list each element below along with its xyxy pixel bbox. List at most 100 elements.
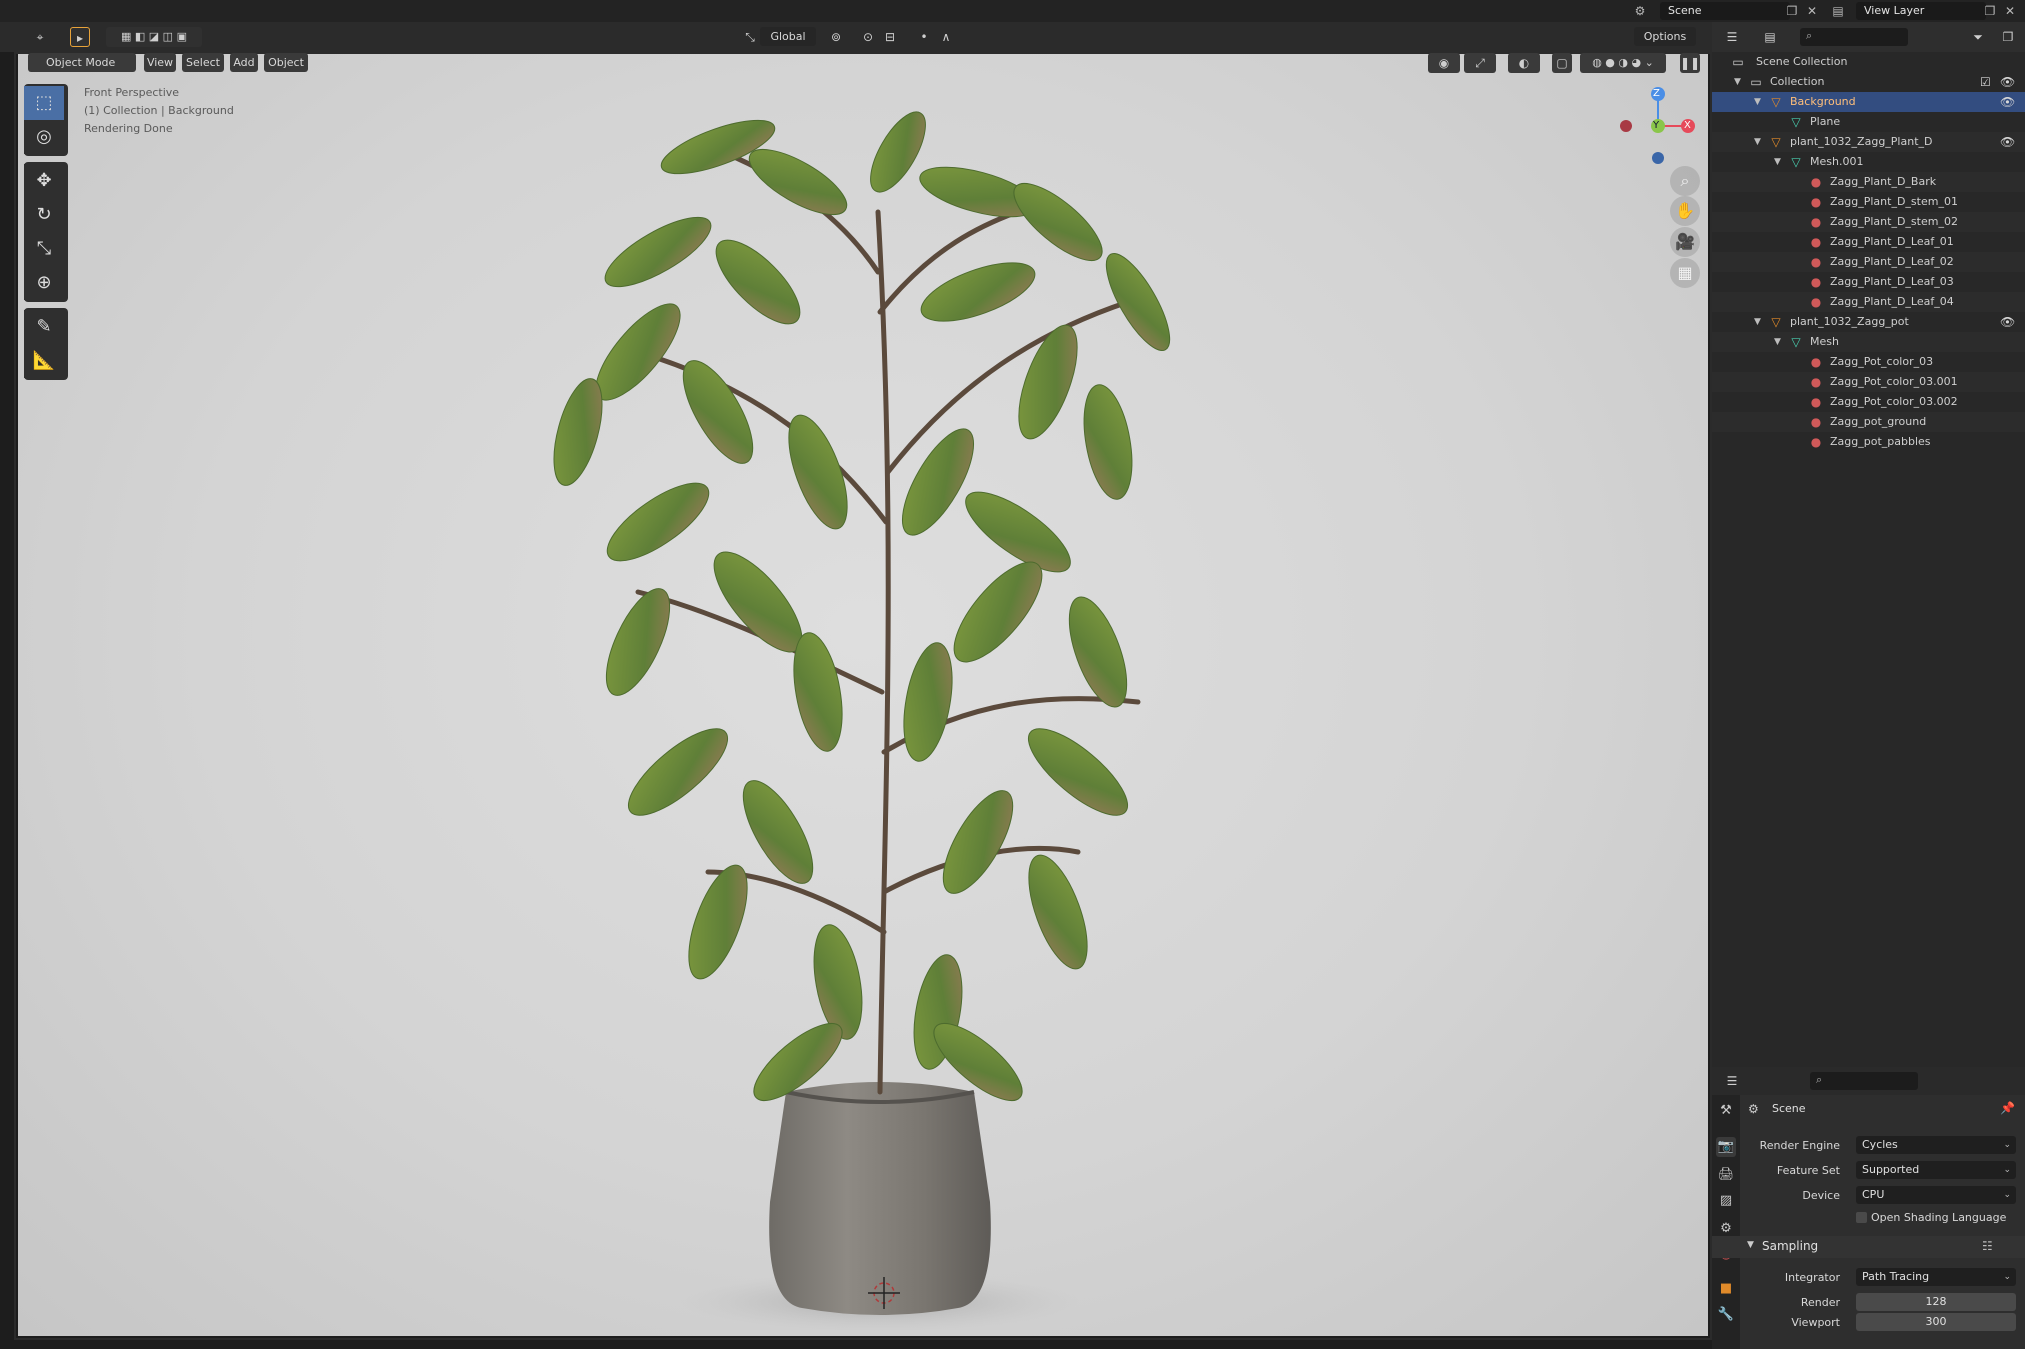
eye-icon[interactable]: 👁 xyxy=(2000,132,2015,152)
pin-icon[interactable]: 📌 xyxy=(2000,1101,2015,1115)
outliner-row-label: Zagg_pot_ground xyxy=(1830,415,1927,428)
select-tool-icon[interactable]: ▸ xyxy=(70,27,90,47)
gizmo-toggle-icon[interactable]: ⤢ xyxy=(1464,53,1496,73)
rotate-tool-icon[interactable]: ↻ xyxy=(24,198,64,232)
outliner-row[interactable]: ● Zagg_Pot_color_03 xyxy=(1712,352,2025,372)
outliner-row[interactable]: ● Zagg_pot_pabbles xyxy=(1712,432,2025,452)
zoom-icon[interactable]: ⌕ xyxy=(1670,166,1700,196)
move-tool-icon[interactable]: ✥ xyxy=(24,164,64,198)
outliner-row[interactable]: ▼ ▽ Mesh.001 xyxy=(1712,152,2025,172)
sampling-panel-header[interactable]: ▼ Sampling ☷ xyxy=(1712,1236,2025,1258)
xray-toggle-icon[interactable]: ▢ xyxy=(1552,53,1572,73)
outliner-row[interactable]: ● Zagg_Plant_D_Bark xyxy=(1712,172,2025,192)
outliner-row[interactable]: ▼ ▽ plant_1032_Zagg_Plant_D 👁 xyxy=(1712,132,2025,152)
outliner-row[interactable]: ● Zagg_pot_ground xyxy=(1712,412,2025,432)
outliner-row[interactable]: ● Zagg_Plant_D_Leaf_03 xyxy=(1712,272,2025,292)
eye-icon[interactable]: 👁 xyxy=(2000,72,2015,92)
camera-view-icon[interactable]: 🎥 xyxy=(1670,227,1700,257)
viewport-samples-field[interactable]: 300 xyxy=(1856,1313,2016,1331)
view-layer-icon[interactable]: ▤ xyxy=(1830,3,1846,19)
outliner-row[interactable]: ● Zagg_Plant_D_stem_02 xyxy=(1712,212,2025,232)
object-mode-dropdown[interactable]: Object Mode xyxy=(28,53,136,72)
outliner-editor-type-icon[interactable]: ☰ xyxy=(1722,27,1742,47)
expand-triangle-icon[interactable]: ▼ xyxy=(1754,132,1761,152)
expand-triangle-icon[interactable]: ▼ xyxy=(1774,332,1781,352)
feature-set-dropdown[interactable]: Supported ⌄ xyxy=(1856,1161,2016,1179)
osl-checkbox[interactable] xyxy=(1856,1212,1867,1223)
ortho-grid-icon[interactable]: ▦ xyxy=(1670,258,1700,288)
integrator-dropdown[interactable]: Path Tracing ⌄ xyxy=(1856,1268,2016,1286)
transform-orientation-dropdown[interactable]: Global xyxy=(760,27,816,46)
render-engine-label: Render Engine xyxy=(1759,1139,1840,1152)
outliner-row[interactable]: ▼ ▽ Mesh xyxy=(1712,332,2025,352)
view-menu[interactable]: View xyxy=(144,53,176,72)
annotate-tool-icon[interactable]: ✎ xyxy=(24,310,64,344)
expand-triangle-icon[interactable]: ▼ xyxy=(1774,152,1781,172)
device-label: Device xyxy=(1802,1189,1840,1202)
outliner-row[interactable]: ● Zagg_Plant_D_Leaf_01 xyxy=(1712,232,2025,252)
outliner-row[interactable]: ▽ Plane xyxy=(1712,112,2025,132)
visibility-filter-icon[interactable]: ◉ xyxy=(1428,53,1460,73)
eye-icon[interactable]: 👁 xyxy=(2000,312,2015,332)
search-icon: ⌕ xyxy=(1816,1073,1823,1086)
snap-icon[interactable]: ⊙ xyxy=(858,27,878,47)
view-layer-selector[interactable]: View Layer xyxy=(1856,2,1986,20)
proportional-editing-icon[interactable]: • xyxy=(914,27,934,47)
properties-tabs: ⚒ 📷 🖨 ▨ ⚙ ◍ ■ 🔧 xyxy=(1712,1095,1740,1349)
outliner-row[interactable]: ▼ ▽ plant_1032_Zagg_pot 👁 xyxy=(1712,312,2025,332)
expand-triangle-icon[interactable]: ▼ xyxy=(1754,92,1761,112)
transform-tool-icon[interactable]: ⊕ xyxy=(24,266,64,300)
outliner-search-input[interactable]: ⌕ xyxy=(1800,28,1908,46)
falloff-icon[interactable]: ∧ xyxy=(936,27,956,47)
add-menu[interactable]: Add xyxy=(230,53,258,72)
new-view-layer-icon[interactable]: ❐ xyxy=(1982,3,1998,19)
outliner-scene-collection-row[interactable]: ▭ Scene Collection xyxy=(1712,52,2025,72)
outliner-row[interactable]: ▼ ▭ Collection ☑ 👁 xyxy=(1712,72,2025,92)
measure-tool-icon[interactable]: 📐 xyxy=(24,344,64,378)
scale-tool-icon[interactable]: ⤡ xyxy=(24,232,64,266)
new-collection-icon[interactable]: ❐ xyxy=(1998,27,2018,47)
presets-list-icon[interactable]: ☷ xyxy=(1982,1239,1993,1253)
pivot-point-icon[interactable]: ⊚ xyxy=(826,27,846,47)
expand-triangle-icon[interactable]: ▼ xyxy=(1734,72,1741,92)
expand-triangle-icon[interactable]: ▼ xyxy=(1754,312,1761,332)
tool-tab-icon[interactable]: ⚒ xyxy=(1716,1101,1736,1121)
scene-selector[interactable]: Scene xyxy=(1660,2,1790,20)
navigation-gizmo[interactable] xyxy=(1610,84,1710,174)
render-samples-field[interactable]: 128 xyxy=(1856,1293,2016,1311)
chevron-down-icon: ⌄ xyxy=(2003,1140,2011,1150)
shading-modes-icon[interactable]: ◍ ● ◑ ◕ ⌄ xyxy=(1580,53,1666,73)
outliner-row-label: Zagg_Pot_color_03.001 xyxy=(1830,375,1958,388)
properties-context-label: Scene xyxy=(1772,1102,1806,1115)
select-box-tool-icon[interactable]: ⬚ xyxy=(24,86,64,120)
eye-icon[interactable]: 👁 xyxy=(2000,92,2015,112)
outliner-row[interactable]: ● Zagg_Plant_D_stem_01 xyxy=(1712,192,2025,212)
exclude-checkbox-icon[interactable]: ☑ xyxy=(1980,72,1991,92)
select-menu[interactable]: Select xyxy=(182,53,224,72)
new-scene-icon[interactable]: ❐ xyxy=(1784,3,1800,19)
outliner-row[interactable]: ● Zagg_Plant_D_Leaf_02 xyxy=(1712,252,2025,272)
filter-icon[interactable]: ⏷ xyxy=(1968,27,1988,47)
overlays-toggle-icon[interactable]: ◐ xyxy=(1508,53,1540,73)
pan-hand-icon[interactable]: ✋ xyxy=(1670,196,1700,226)
outliner-row[interactable]: ● Zagg_Plant_D_Leaf_04 xyxy=(1712,292,2025,312)
device-dropdown[interactable]: CPU ⌄ xyxy=(1856,1186,2016,1204)
outliner-row-label: Zagg_pot_pabbles xyxy=(1830,435,1931,448)
editor-type-icon[interactable]: ⌖ xyxy=(30,27,50,47)
options-dropdown[interactable]: Options xyxy=(1634,27,1696,46)
pause-render-icon[interactable]: ❚❚ xyxy=(1680,53,1700,73)
snap-target-icon[interactable]: ⊟ xyxy=(880,27,900,47)
selection-modes-icon[interactable]: ▦ ◧ ◪ ◫ ▣ xyxy=(106,27,202,47)
outliner-row[interactable]: ▼ ▽ Background 👁 xyxy=(1712,92,2025,112)
properties-editor-type-icon[interactable]: ☰ xyxy=(1722,1071,1742,1091)
scene-icon[interactable]: ⚙ xyxy=(1632,3,1648,19)
object-menu[interactable]: Object xyxy=(264,53,308,72)
close-scene-icon[interactable]: ✕ xyxy=(1804,3,1820,19)
render-engine-dropdown[interactable]: Cycles ⌄ xyxy=(1856,1136,2016,1154)
properties-search-input[interactable]: ⌕ xyxy=(1810,1072,1918,1090)
outliner-row[interactable]: ● Zagg_Pot_color_03.001 xyxy=(1712,372,2025,392)
outliner-row[interactable]: ● Zagg_Pot_color_03.002 xyxy=(1712,392,2025,412)
display-mode-icon[interactable]: ▤ xyxy=(1760,27,1780,47)
cursor-tool-icon[interactable]: ◎ xyxy=(24,120,64,154)
close-view-layer-icon[interactable]: ✕ xyxy=(2002,3,2018,19)
